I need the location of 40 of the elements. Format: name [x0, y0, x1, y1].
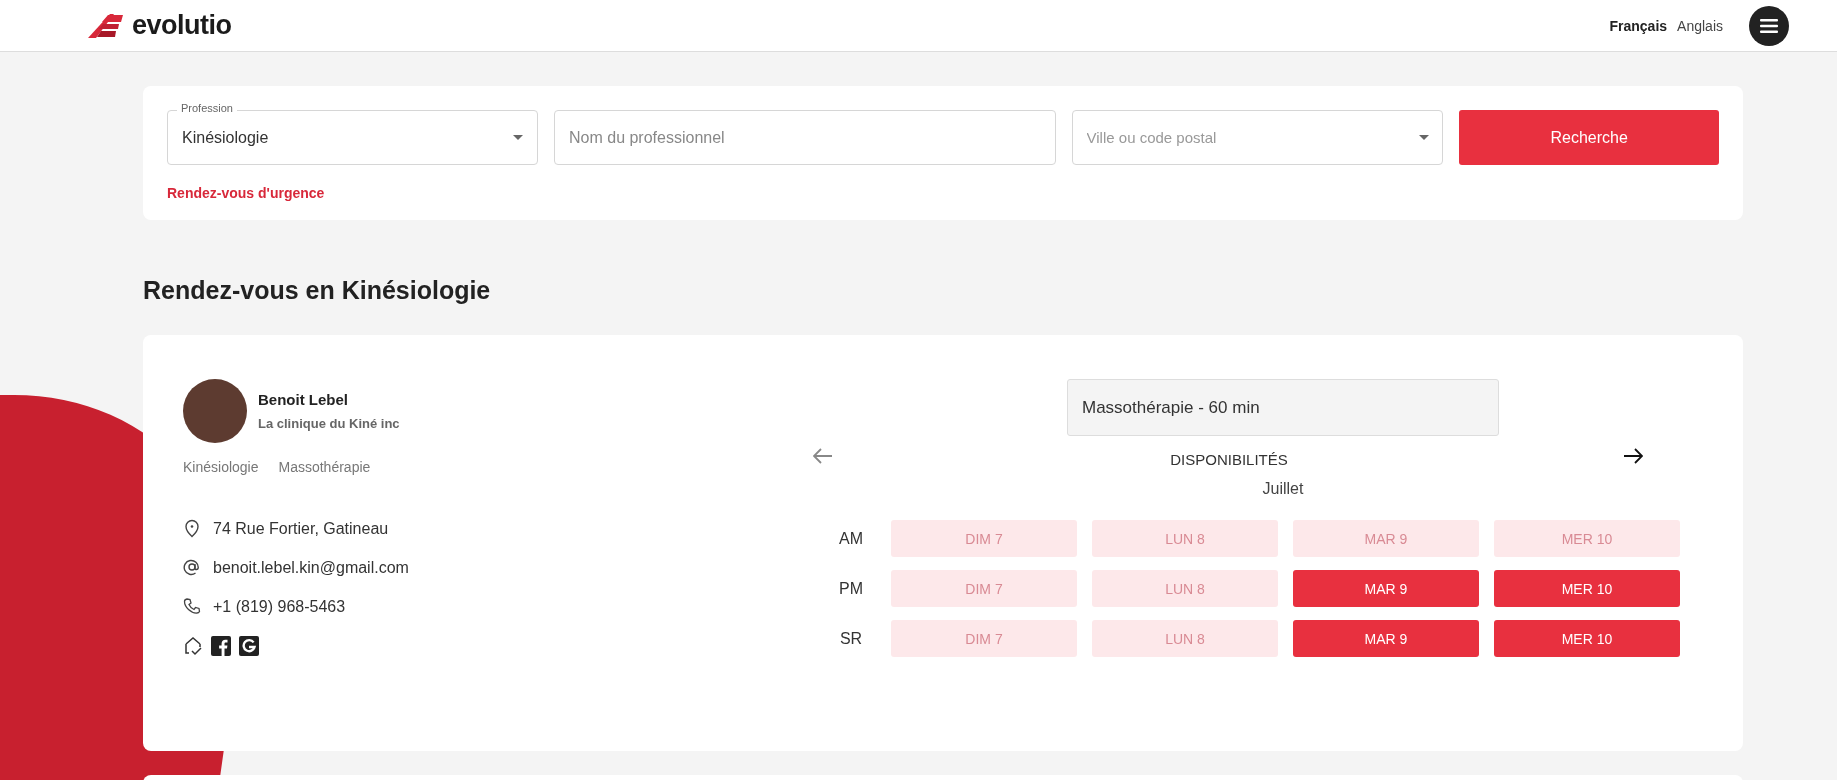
urgent-link[interactable]: Rendez-vous d'urgence	[167, 185, 325, 201]
specialty-tag: Massothérapie	[278, 459, 371, 475]
availability-title: DISPONIBILITÉS	[1170, 450, 1288, 468]
clinic-name: La clinique du Kiné inc	[258, 416, 400, 431]
house-check-icon[interactable]	[183, 636, 203, 656]
arrow-left-icon	[813, 448, 833, 464]
time-slot[interactable]: MER 10	[1494, 570, 1680, 607]
phone-icon	[183, 597, 201, 616]
period-label: AM	[838, 529, 864, 548]
menu-icon	[1760, 18, 1778, 33]
service-select[interactable]: Massothérapie - 60 min	[1067, 379, 1499, 436]
language-link[interactable]: Anglais	[1677, 17, 1723, 34]
google-icon[interactable]	[239, 636, 259, 656]
time-slot[interactable]: MAR 9	[1293, 570, 1479, 607]
facebook-icon[interactable]	[211, 636, 231, 656]
caret-icon	[513, 135, 523, 140]
period-label: SR	[838, 629, 864, 648]
city-field[interactable]: Ville ou code postal	[1071, 110, 1444, 165]
address-text: 74 Rue Fortier, Gatineau	[213, 519, 389, 538]
field-label: Profession	[177, 102, 237, 114]
menu-button[interactable]	[1749, 5, 1789, 46]
logo-text: evolutio	[132, 10, 232, 41]
section-heading: Rendez-vous en Kinésiologie	[143, 276, 492, 305]
select-value: Kinésiologie	[182, 128, 270, 147]
provider-name: Benoit Lebel	[258, 391, 349, 408]
time-slot[interactable]: MAR 9	[1293, 620, 1479, 657]
location-pin-icon	[183, 519, 201, 538]
search-button[interactable]: Recherche	[1459, 110, 1719, 165]
phone-text: +1 (819) 968-5463	[213, 597, 346, 616]
specialty-tag: Kinésiologie	[183, 459, 259, 475]
language-link[interactable]: Français	[1609, 17, 1668, 34]
at-sign-icon	[183, 558, 201, 577]
name-field[interactable]: Nom du professionnel	[554, 110, 1056, 165]
arrow-right-icon	[1623, 448, 1643, 464]
caret-icon	[1419, 135, 1430, 140]
month-label: Juillet	[1262, 480, 1304, 498]
time-slot[interactable]: MER 10	[1494, 620, 1680, 657]
email-text: benoit.lebel.kin@gmail.com	[213, 558, 409, 577]
period-label: PM	[838, 579, 864, 598]
logo-icon	[88, 13, 126, 38]
